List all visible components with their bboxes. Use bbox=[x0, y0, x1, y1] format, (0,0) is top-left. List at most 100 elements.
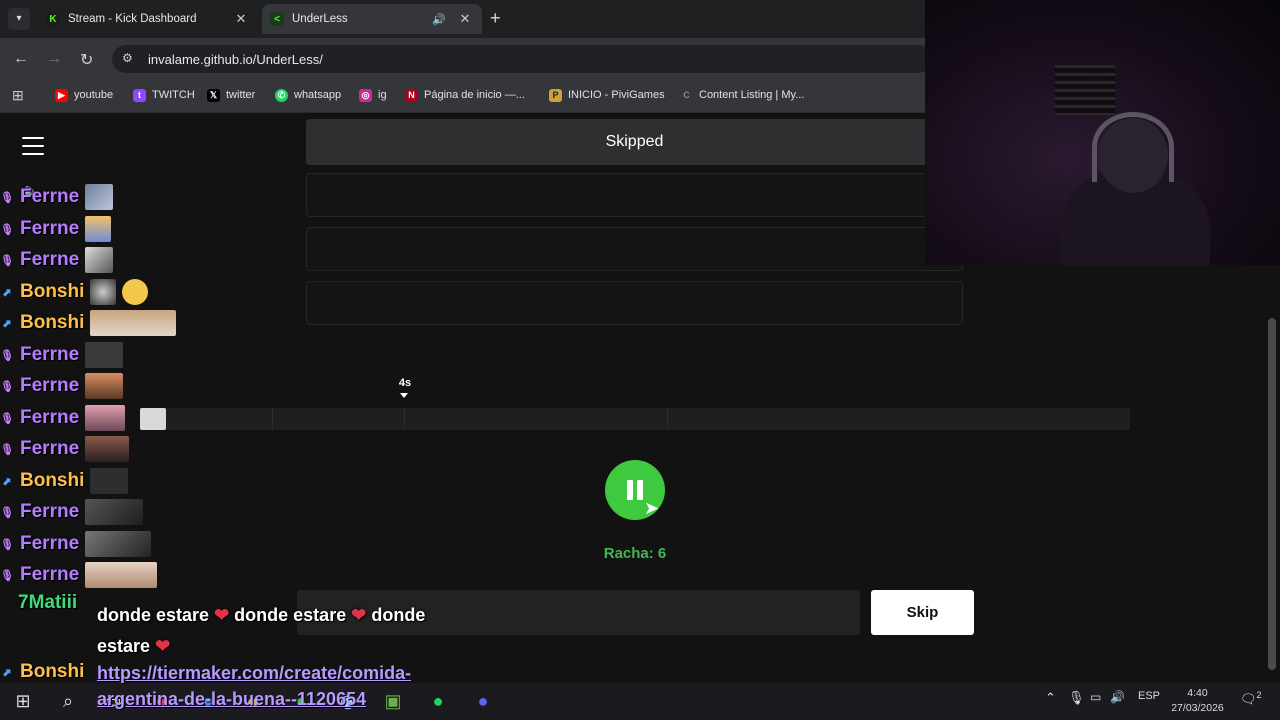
verified-badge-icon: ⬈ bbox=[2, 666, 12, 679]
speaker-icon[interactable]: 🔊 bbox=[1110, 690, 1125, 704]
emote-image bbox=[85, 373, 124, 399]
mic-badge-icon: 🎙 bbox=[0, 443, 14, 456]
bookmark-content-listing[interactable]: C Content Listing | My... bbox=[680, 86, 804, 104]
chat-username[interactable]: Ferrne bbox=[20, 218, 79, 240]
tab-title: Stream - Kick Dashboard bbox=[68, 13, 197, 25]
verified-badge-icon: ⬈ bbox=[2, 317, 12, 330]
chat-username[interactable]: Ferrne bbox=[20, 249, 79, 271]
notification-count: 2 bbox=[1256, 690, 1262, 700]
chat-message: 🎙 Ferrne bbox=[0, 340, 124, 370]
clock[interactable]: 4:40 27/03/2026 bbox=[1165, 686, 1230, 716]
time-marker-label: 4s bbox=[398, 377, 412, 389]
emote-image bbox=[85, 405, 126, 431]
notifications-icon[interactable]: 🗨2 bbox=[1240, 690, 1262, 707]
window-blinds bbox=[1055, 65, 1115, 115]
skipped-label: Skipped bbox=[605, 133, 664, 150]
mic-badge-icon: 🎙 bbox=[0, 380, 14, 393]
emote-image bbox=[85, 531, 152, 557]
link-text[interactable]: argentina-de-la-buena--1120654 bbox=[97, 686, 497, 712]
kick-icon: K bbox=[46, 12, 60, 26]
menu-icon[interactable] bbox=[22, 137, 44, 155]
microphone-icon[interactable]: 🎙 bbox=[1068, 690, 1085, 706]
chat-username[interactable]: Ferrne bbox=[20, 438, 79, 460]
tab-kick-dashboard[interactable]: K Stream - Kick Dashboard ✕ bbox=[38, 4, 258, 34]
tab-underless[interactable]: < UnderLess 🔊 ✕ bbox=[262, 4, 482, 34]
chat-message-text: donde estare ❤ donde estare ❤ donde esta… bbox=[97, 600, 517, 662]
forward-arrow-icon[interactable]: → bbox=[46, 50, 62, 68]
progress-track[interactable] bbox=[140, 408, 1130, 430]
heart-emoji-icon: ❤ bbox=[214, 605, 230, 625]
chat-message: 🎙 Ferrne bbox=[0, 214, 112, 244]
chat-username[interactable]: Bonshi bbox=[20, 661, 84, 683]
chat-message-matiii: 7Matiii bbox=[18, 592, 77, 614]
bookmark-label: ig bbox=[378, 89, 387, 101]
bookmark-label: whatsapp bbox=[294, 89, 342, 101]
chat-message: ⬈ Bonshi bbox=[0, 308, 177, 338]
bookmark-youtube[interactable]: ▶ youtube bbox=[55, 86, 113, 104]
bookmark-home[interactable]: N Página de inicio —... bbox=[405, 86, 525, 104]
emote-image bbox=[85, 247, 114, 273]
close-icon[interactable]: ✕ bbox=[456, 11, 474, 27]
twitch-icon: t bbox=[133, 88, 146, 102]
chat-username[interactable]: Ferrne bbox=[20, 186, 79, 208]
bookmark-instagram[interactable]: ◎ ig bbox=[359, 86, 387, 104]
link-text[interactable]: https://tiermaker.com/create/comida- bbox=[97, 660, 497, 686]
site-settings-icon[interactable]: ⚙ bbox=[122, 51, 133, 65]
bookmark-whatsapp[interactable]: ✆ whatsapp bbox=[275, 86, 341, 104]
emote-image bbox=[85, 216, 112, 242]
segment-divider bbox=[404, 408, 405, 430]
emote-image bbox=[90, 468, 129, 494]
pivigames-icon: P bbox=[549, 88, 562, 102]
new-tab-button[interactable]: + bbox=[490, 8, 501, 29]
chat-username[interactable]: Ferrne bbox=[20, 344, 79, 366]
language-indicator[interactable]: ESP bbox=[1138, 690, 1160, 702]
chat-message: 🎙 Ferrne bbox=[0, 371, 124, 401]
guess-slot bbox=[306, 173, 963, 217]
reload-icon[interactable]: ↻ bbox=[80, 50, 93, 70]
bookmark-pivigames[interactable]: P INICIO - PiviGames bbox=[549, 86, 665, 104]
tab-search-icon[interactable]: ▾ bbox=[8, 8, 30, 30]
chat-message: 🎙 Ferrne bbox=[0, 560, 158, 590]
chat-username[interactable]: Ferrne bbox=[20, 564, 79, 586]
mic-badge-icon: 🎙 bbox=[0, 569, 14, 582]
url-text[interactable]: invalame.github.io/UnderLess/ bbox=[148, 52, 323, 67]
chat-username[interactable]: 7Matiii bbox=[18, 592, 77, 613]
segment-divider bbox=[667, 408, 668, 430]
x-icon: 𝕏 bbox=[207, 88, 220, 102]
emote-image bbox=[85, 342, 124, 368]
speaker-icon[interactable]: 🔊 bbox=[432, 13, 446, 26]
windows-start-icon[interactable]: ⊞ bbox=[10, 688, 36, 714]
network-icon[interactable]: ▭ bbox=[1090, 690, 1101, 704]
youtube-icon: ▶ bbox=[55, 88, 68, 102]
mic-badge-icon: 🎙 bbox=[0, 223, 14, 236]
chat-username[interactable]: Bonshi bbox=[20, 281, 84, 303]
chat-username[interactable]: Ferrne bbox=[20, 533, 79, 555]
bookmark-twitter[interactable]: 𝕏 twitter bbox=[207, 86, 255, 104]
close-icon[interactable]: ✕ bbox=[232, 11, 250, 27]
chat-username[interactable]: Ferrne bbox=[20, 501, 79, 523]
scrollbar[interactable] bbox=[1268, 318, 1276, 670]
skip-button[interactable]: Skip bbox=[871, 590, 974, 635]
chat-username[interactable]: Bonshi bbox=[20, 312, 84, 334]
chat-username[interactable]: Ferrne bbox=[20, 375, 79, 397]
chat-message: ⬈ Bonshi bbox=[0, 466, 129, 496]
apps-grid-icon[interactable]: ⊞ bbox=[12, 86, 24, 104]
chat-username[interactable]: Bonshi bbox=[20, 470, 84, 492]
chat-link[interactable]: https://tiermaker.com/create/comida- arg… bbox=[97, 660, 497, 712]
emote-image bbox=[90, 310, 177, 336]
heart-emoji-icon: ❤ bbox=[351, 605, 367, 625]
verified-badge-icon: ⬈ bbox=[2, 286, 12, 299]
headphones-icon bbox=[1092, 112, 1174, 182]
bookmark-label: youtube bbox=[74, 89, 114, 101]
chat-username[interactable]: Ferrne bbox=[20, 407, 79, 429]
back-arrow-icon[interactable]: ← bbox=[13, 50, 29, 68]
search-icon[interactable]: ⌕ bbox=[55, 688, 81, 714]
emote-image bbox=[90, 279, 117, 305]
chevron-up-icon[interactable]: ⌃ bbox=[1045, 690, 1056, 706]
whatsapp-icon: ✆ bbox=[275, 88, 288, 102]
marker-arrow-icon bbox=[400, 393, 408, 398]
bookmark-twitch[interactable]: t TWITCH bbox=[133, 86, 195, 104]
guess-slot bbox=[306, 227, 963, 271]
chat-message: 🎙 Ferrne bbox=[0, 245, 114, 275]
instagram-icon: ◎ bbox=[359, 88, 372, 102]
